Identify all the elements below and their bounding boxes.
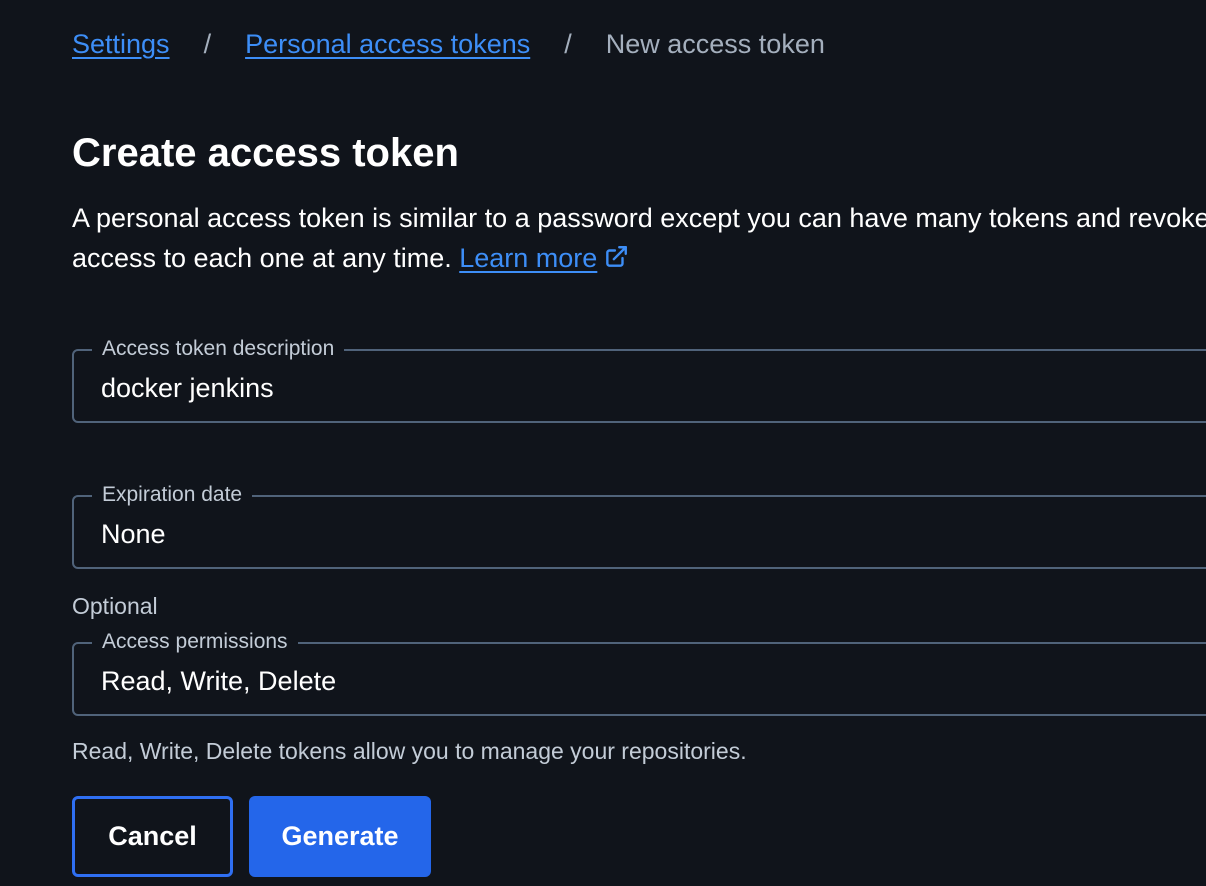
breadcrumb: Settings / Personal access tokens / New … xyxy=(72,26,825,62)
page-description: A personal access token is similar to a … xyxy=(72,198,1206,281)
page-title: Create access token xyxy=(72,131,459,175)
access-token-description-value: docker jenkins xyxy=(101,373,274,403)
expiration-date-label: Expiration date xyxy=(92,481,253,509)
generate-button[interactable]: Generate xyxy=(249,796,431,877)
breadcrumb-tokens-link[interactable]: Personal access tokens xyxy=(245,29,530,60)
external-link-icon xyxy=(603,241,629,281)
cancel-button[interactable]: Cancel xyxy=(72,796,233,877)
breadcrumb-separator: / xyxy=(203,28,212,59)
access-token-description-field[interactable]: Access token description docker jenkins xyxy=(72,335,1206,423)
learn-more-link[interactable]: Learn more xyxy=(459,243,629,273)
expiration-date-select[interactable]: Expiration date None xyxy=(72,481,1206,569)
breadcrumb-settings-link[interactable]: Settings xyxy=(72,29,170,60)
access-permissions-helper: Read, Write, Delete tokens allow you to … xyxy=(72,738,747,764)
breadcrumb-current: New access token xyxy=(605,28,825,59)
learn-more-label: Learn more xyxy=(459,243,598,273)
access-permissions-value: Read, Write, Delete xyxy=(101,666,337,696)
page-description-text: A personal access token is similar to a … xyxy=(72,203,1206,273)
breadcrumb-separator: / xyxy=(564,28,572,59)
access-permissions-label: Access permissions xyxy=(92,628,298,656)
access-token-description-label: Access token description xyxy=(92,335,345,363)
expiration-date-value: None xyxy=(101,519,166,549)
create-access-token-page: Settings / Personal access tokens / New … xyxy=(0,0,1206,886)
access-permissions-select[interactable]: Access permissions Read, Write, Delete xyxy=(72,628,1206,716)
expiration-date-helper: Optional xyxy=(72,593,158,619)
